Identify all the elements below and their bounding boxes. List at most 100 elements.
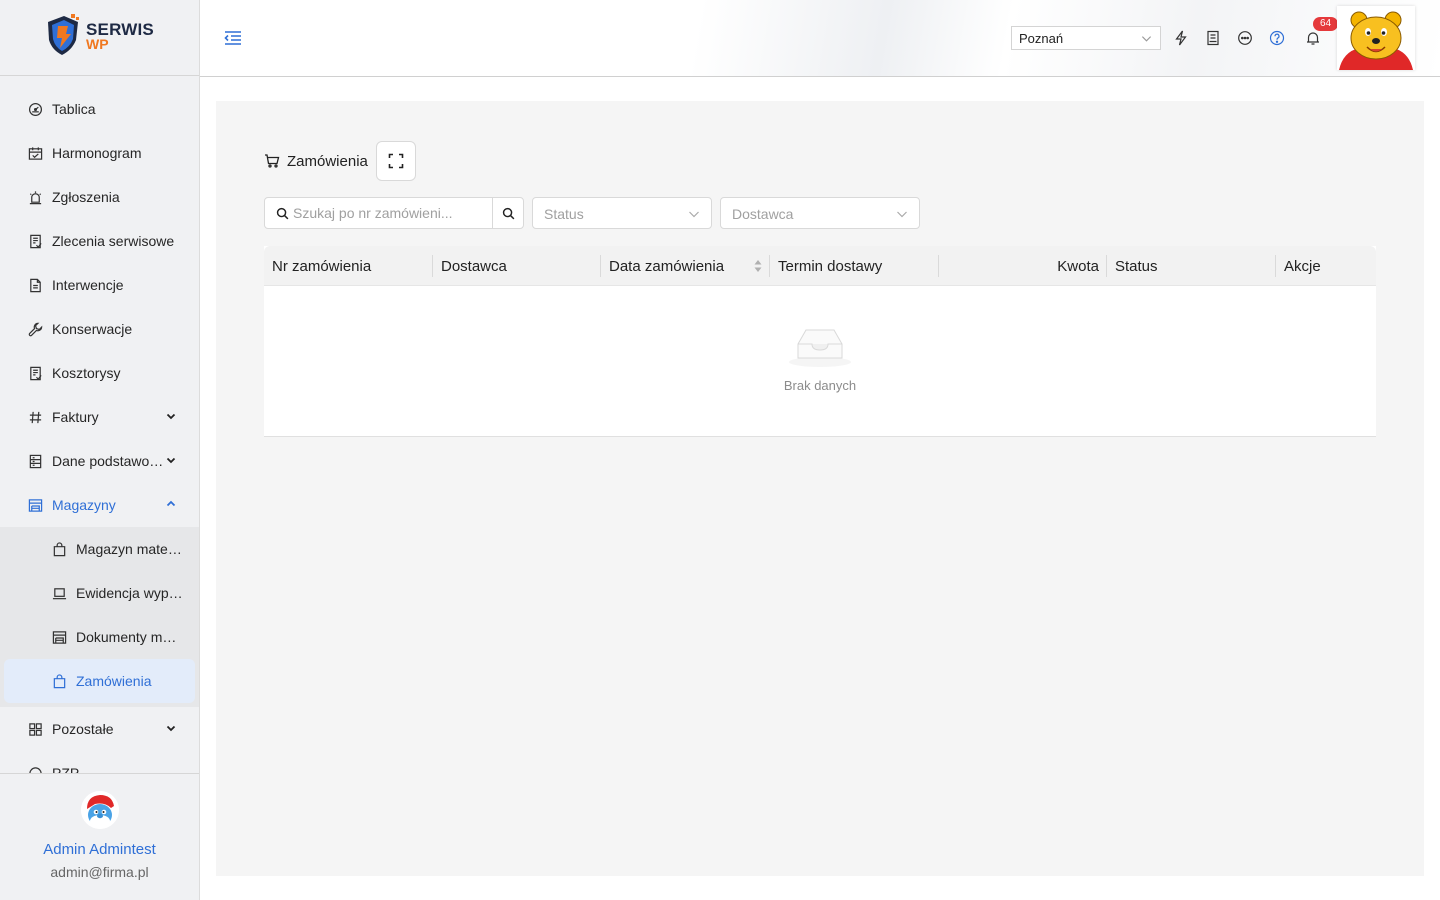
logo-text-wp: WP	[86, 36, 109, 52]
empty-state: Brak danych	[264, 286, 1376, 436]
orders-table: Nr zamówienia Dostawca Data zamówienia T…	[264, 246, 1376, 437]
sidebar-item-konserwacje[interactable]: Konserwacje	[0, 307, 199, 351]
menu-collapse-icon[interactable]	[224, 30, 242, 46]
page-title-row: Zamówienia	[264, 141, 416, 181]
sidebar-item-label: Harmonogram	[52, 145, 142, 161]
sidebar-item-label: Zgłoszenia	[52, 189, 120, 205]
laptop-icon	[51, 585, 67, 601]
sidebar-item-label: PZP	[52, 765, 80, 773]
receipt-icon	[27, 233, 43, 249]
page-title: Zamówienia	[287, 152, 368, 170]
column-header-nr[interactable]: Nr zamówienia	[264, 246, 433, 286]
top-header: Poznań 64	[200, 0, 1440, 77]
warehouse-icon	[27, 497, 43, 513]
sidebar-item-magazyny[interactable]: Magazyny	[0, 483, 199, 527]
sidebar-subitem-magazyn-materialow[interactable]: Magazyn mate…	[0, 527, 199, 571]
sidebar-item-label: Tablica	[52, 101, 96, 117]
sidebar-item-faktury[interactable]: Faktury	[0, 395, 199, 439]
notification-badge: 64	[1313, 17, 1338, 31]
chat-icon[interactable]	[1236, 29, 1254, 47]
hash-icon	[27, 409, 43, 425]
bag-icon	[51, 541, 67, 557]
lightning-icon[interactable]	[1172, 29, 1190, 47]
empty-state-text: Brak danych	[783, 378, 857, 393]
sidebar-item-label: Magazyn mate…	[76, 541, 182, 557]
search-input[interactable]	[293, 205, 483, 221]
column-header-supplier[interactable]: Dostawca	[433, 246, 601, 286]
supplier-select[interactable]: Dostawca	[720, 197, 920, 229]
sidebar-item-label: Magazyny	[52, 497, 116, 513]
user-avatar-large[interactable]	[1337, 6, 1415, 70]
cart-icon	[265, 154, 280, 168]
column-header-actions: Akcje	[1284, 257, 1321, 275]
sidebar-item-label: Konserwacje	[52, 321, 133, 337]
logo-shield-icon	[48, 14, 79, 55]
dashboard-icon	[27, 101, 43, 117]
chevron-down-icon	[689, 211, 699, 218]
wrench-icon	[27, 321, 43, 337]
sidebar-item-label: Zlecenia serwisowe	[52, 233, 175, 249]
table-header: Nr zamówienia Dostawca Data zamówienia T…	[264, 246, 1376, 286]
sidebar-item-kosztorysy[interactable]: Kosztorysy	[0, 351, 199, 395]
sidebar-item-label: Faktury	[52, 409, 99, 425]
sidebar-subitem-zamowienia[interactable]: Zamówienia	[4, 659, 195, 703]
sidebar-item-tablica[interactable]: Tablica	[0, 87, 199, 131]
chevron-down-icon	[166, 413, 176, 420]
main-nav: Tablica Harmonogram Zgłoszenia Zlecenia …	[0, 87, 199, 773]
status-select[interactable]: Status	[532, 197, 712, 229]
receipt-icon[interactable]	[1204, 29, 1222, 47]
sidebar-item-dane-podstawowe[interactable]: Dane podstawo…	[0, 439, 199, 483]
search-box	[264, 197, 524, 229]
calendar-icon	[27, 145, 43, 161]
magazyny-submenu: Magazyn mate… Ewidencja wyp… Dokumenty m…	[0, 527, 199, 707]
bag-icon	[51, 673, 67, 689]
content-panel: Zamówienia Status Dostawca Nr zamówienia	[216, 101, 1424, 876]
pooh-avatar-icon	[1337, 6, 1415, 70]
column-header-amount[interactable]: Kwota	[939, 246, 1107, 286]
chevron-down-icon	[1141, 36, 1152, 42]
sidebar-item-pzp[interactable]: PZP	[0, 751, 199, 773]
user-name: Admin Admintest	[43, 841, 156, 858]
logo[interactable]: SERWIS WP	[0, 0, 199, 76]
sidebar-subitem-ewidencja[interactable]: Ewidencja wyp…	[0, 571, 199, 615]
warehouse-icon	[51, 629, 67, 645]
column-header-status[interactable]: Status	[1107, 246, 1276, 286]
sidebar: SERWIS WP Tablica Harmonogram Zgłoszenia…	[0, 0, 200, 900]
city-select-value: Poznań	[1019, 31, 1064, 46]
column-header-delivery-date[interactable]: Termin dostawy	[770, 246, 939, 286]
sidebar-item-label: Dane podstawo…	[52, 453, 164, 469]
receipt-icon	[27, 365, 43, 381]
circle-icon	[27, 765, 43, 773]
help-icon[interactable]	[1268, 29, 1286, 47]
grid-icon	[27, 721, 43, 737]
sidebar-item-label: Dokumenty m…	[76, 629, 177, 645]
sidebar-item-harmonogram[interactable]: Harmonogram	[0, 131, 199, 175]
sidebar-item-interwencje[interactable]: Interwencje	[0, 263, 199, 307]
sidebar-item-zlecenia-serwisowe[interactable]: Zlecenia serwisowe	[0, 219, 199, 263]
bell-icon[interactable]	[1304, 29, 1322, 47]
document-icon	[27, 277, 43, 293]
database-icon	[27, 453, 43, 469]
alarm-icon	[27, 189, 43, 205]
search-icon	[276, 207, 289, 219]
sidebar-subitem-dokumenty[interactable]: Dokumenty m…	[0, 615, 199, 659]
avatar[interactable]	[81, 791, 119, 829]
column-header-order-date[interactable]: Data zamówienia	[601, 246, 770, 286]
sidebar-item-label: Ewidencja wyp…	[76, 585, 183, 601]
fullscreen-button[interactable]	[375, 141, 416, 181]
search-icon	[502, 207, 514, 219]
status-select-placeholder: Status	[544, 206, 584, 222]
sidebar-item-pozostale[interactable]: Pozostałe	[0, 707, 199, 751]
user-profile[interactable]: Admin Admintest admin@firma.pl	[0, 773, 199, 900]
city-select[interactable]: Poznań	[1011, 26, 1161, 50]
sort-icon[interactable]	[754, 259, 762, 273]
sidebar-item-label: Kosztorysy	[52, 365, 121, 381]
sidebar-item-zgloszenia[interactable]: Zgłoszenia	[0, 175, 199, 219]
chevron-down-icon	[166, 457, 176, 464]
chevron-down-icon	[166, 725, 176, 732]
fullscreen-icon	[388, 153, 404, 169]
chevron-down-icon	[897, 211, 907, 218]
search-button[interactable]	[492, 198, 523, 228]
sidebar-item-label: Pozostałe	[52, 721, 114, 737]
supplier-select-placeholder: Dostawca	[732, 206, 794, 222]
